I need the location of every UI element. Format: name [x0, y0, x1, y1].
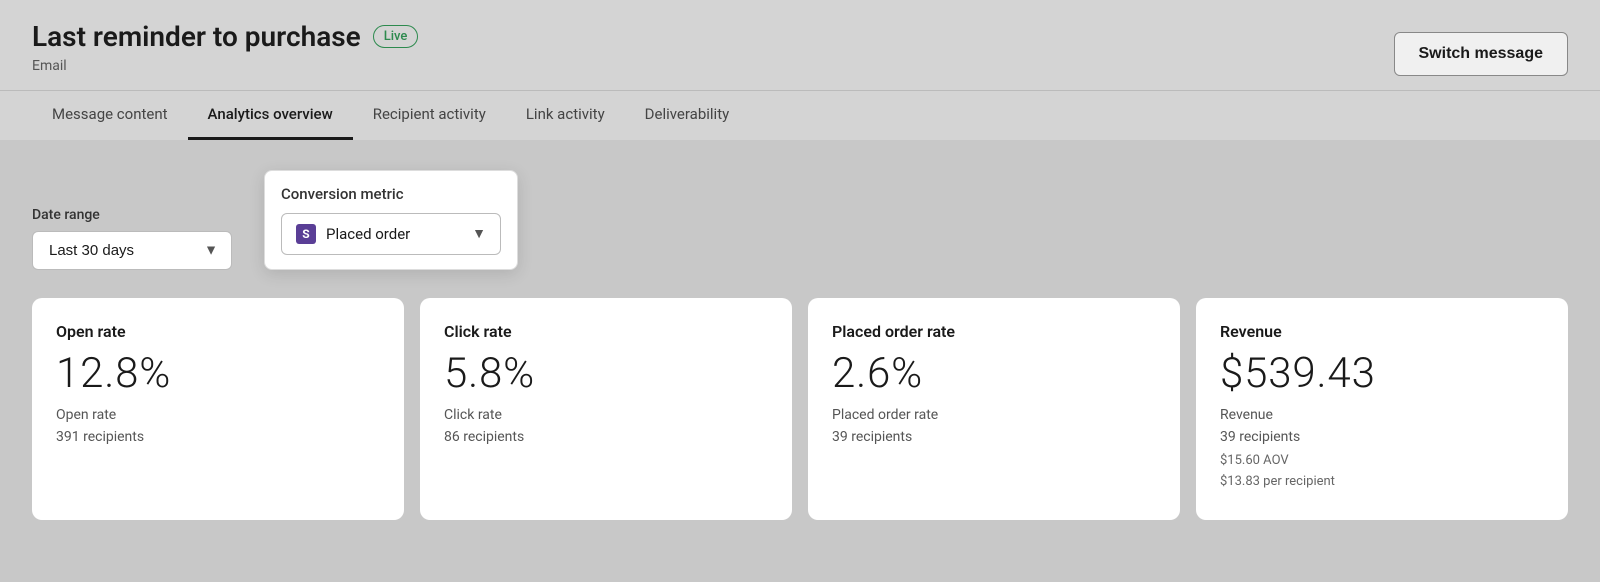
tab-recipient-activity[interactable]: Recipient activity [353, 91, 506, 140]
content-area: Date range Last 7 days Last 30 days Last… [0, 140, 1600, 582]
revenue-card: Revenue $539.43 Revenue 39 recipients $1… [1196, 298, 1568, 521]
live-badge: Live [373, 25, 419, 48]
open-rate-recipients: 391 recipients [56, 429, 380, 445]
placed-order-rate-recipients: 39 recipients [832, 429, 1156, 445]
click-rate-value: 5.8% [444, 351, 768, 397]
conversion-metric-chevron-icon: ▼ [472, 225, 486, 242]
revenue-extra: $15.60 AOV$13.83 per recipient [1220, 451, 1544, 493]
date-range-select[interactable]: Last 7 days Last 30 days Last 90 days Al… [32, 231, 232, 270]
click-rate-title: Click rate [444, 322, 768, 341]
shopify-icon: S [296, 224, 316, 244]
header: Last reminder to purchase Live Email Swi… [0, 0, 1600, 91]
click-rate-sublabel: Click rate [444, 407, 768, 423]
click-rate-recipients: 86 recipients [444, 429, 768, 445]
tab-analytics-overview[interactable]: Analytics overview [188, 91, 353, 140]
revenue-value: $539.43 [1220, 351, 1544, 397]
page-subtitle: Email [32, 58, 418, 74]
date-range-group: Date range Last 7 days Last 30 days Last… [32, 207, 232, 270]
conversion-metric-value: Placed order [326, 225, 462, 243]
open-rate-title: Open rate [56, 322, 380, 341]
page-title: Last reminder to purchase [32, 20, 361, 54]
revenue-sublabel: Revenue [1220, 407, 1544, 423]
tabs-bar: Message content Analytics overview Recip… [0, 91, 1600, 140]
conversion-metric-label: Conversion metric [281, 185, 501, 203]
conversion-metric-select[interactable]: S Placed order ▼ [281, 213, 501, 255]
page-wrapper: Last reminder to purchase Live Email Swi… [0, 0, 1600, 582]
placed-order-rate-card: Placed order rate 2.6% Placed order rate… [808, 298, 1180, 521]
metrics-cards-row: Open rate 12.8% Open rate 391 recipients… [32, 298, 1568, 521]
placed-order-rate-sublabel: Placed order rate [832, 407, 1156, 423]
tab-message-content[interactable]: Message content [32, 91, 188, 140]
tab-deliverability[interactable]: Deliverability [625, 91, 750, 140]
tab-link-activity[interactable]: Link activity [506, 91, 625, 140]
date-range-select-wrapper: Last 7 days Last 30 days Last 90 days Al… [32, 231, 232, 270]
placed-order-rate-value: 2.6% [832, 351, 1156, 397]
header-left: Last reminder to purchase Live Email [32, 20, 418, 90]
open-rate-sublabel: Open rate [56, 407, 380, 423]
open-rate-card: Open rate 12.8% Open rate 391 recipients [32, 298, 404, 521]
revenue-recipients: 39 recipients [1220, 429, 1544, 445]
conversion-metric-dropdown: Conversion metric S Placed order ▼ [264, 170, 518, 270]
date-range-label: Date range [32, 207, 232, 223]
switch-message-button[interactable]: Switch message [1394, 32, 1569, 76]
placed-order-rate-title: Placed order rate [832, 322, 1156, 341]
click-rate-card: Click rate 5.8% Click rate 86 recipients [420, 298, 792, 521]
revenue-title: Revenue [1220, 322, 1544, 341]
controls-row: Date range Last 7 days Last 30 days Last… [32, 170, 1568, 270]
title-row: Last reminder to purchase Live [32, 20, 418, 54]
open-rate-value: 12.8% [56, 351, 380, 397]
